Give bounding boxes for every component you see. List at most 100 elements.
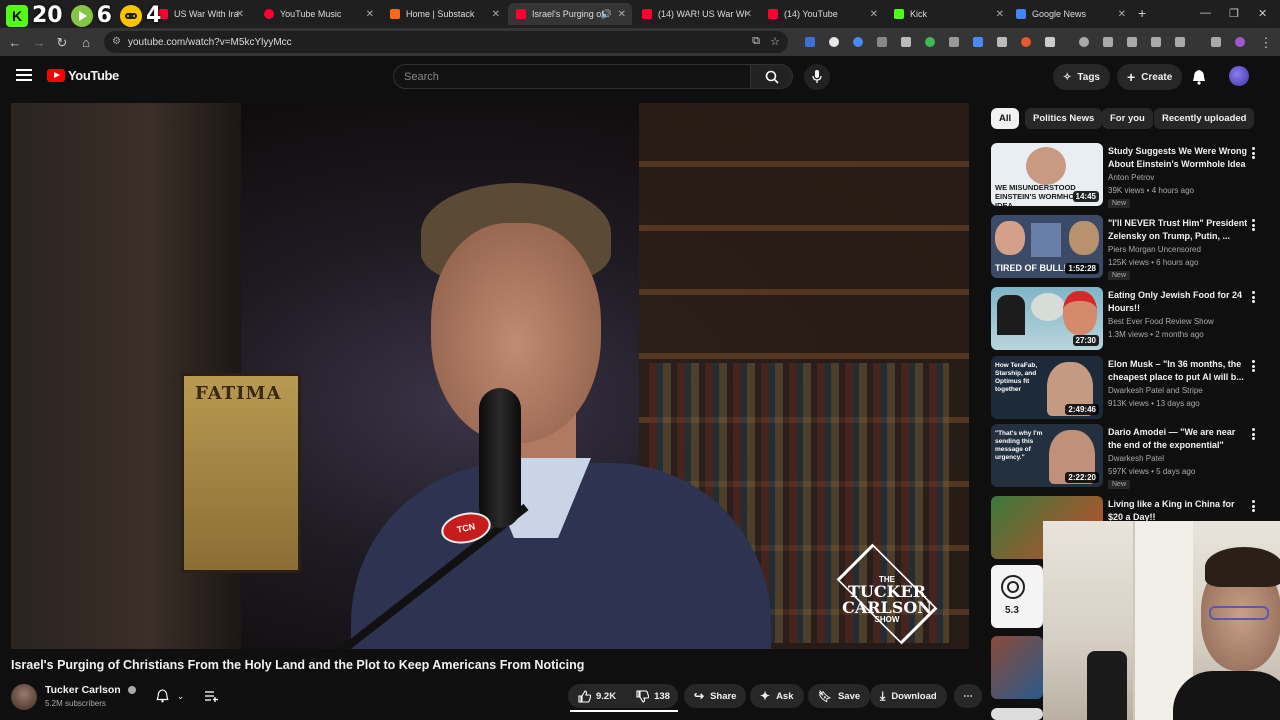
search-input[interactable]: Search [393,64,751,89]
notifications-bell-icon[interactable] [1192,69,1206,85]
home-icon[interactable]: ⌂ [79,35,93,50]
add-to-queue-button[interactable] [200,686,222,706]
minimize-icon[interactable]: — [1200,7,1211,19]
extension-icon[interactable] [973,37,983,47]
close-tab-icon[interactable]: ✕ [996,9,1004,20]
more-vertical-icon[interactable] [1251,147,1255,159]
more-vertical-icon[interactable] [1251,219,1255,231]
search-button[interactable] [751,64,793,89]
toolbar-icon[interactable] [1103,37,1113,47]
install-app-icon[interactable]: ⧉ [752,35,760,48]
recommendation-channel[interactable]: Piers Morgan Uncensored [1108,245,1201,254]
recommendation-item[interactable]: "That's why I'm sending this message of … [991,424,1263,489]
video-player[interactable]: FATIMA TCN THE TUCKER CARLSON SHOW [11,103,969,649]
close-tab-icon[interactable]: ✕ [744,9,752,20]
dislike-button[interactable]: 138 [636,689,670,703]
downloads-icon[interactable] [1211,37,1221,47]
more-vertical-icon[interactable] [1251,428,1255,440]
reload-icon[interactable]: ↻ [55,35,69,51]
extension-icon[interactable] [805,37,815,47]
more-actions-button[interactable]: ⋯ [954,684,982,708]
create-button[interactable]: + Create [1117,64,1183,90]
ask-button[interactable]: ✦ Ask [750,684,804,708]
tab-substack[interactable]: Home | Substack ✕ [382,3,506,25]
close-tab-icon[interactable]: ✕ [1118,9,1126,20]
recommendation-item[interactable]: TIRED OF BULL! 1:52:28 "I'll NEVER Trust… [991,215,1263,280]
reading-list-icon[interactable] [1151,37,1161,47]
close-tab-icon[interactable]: ✕ [366,9,374,20]
youtube-logo[interactable]: YouTube [47,68,119,83]
chip-all[interactable]: All [991,108,1020,129]
url-field[interactable]: ⚙ youtube.com/watch?v=M5kcYlyyMcc ⧉ ☆ [104,31,788,53]
chip-for-you[interactable]: For you [1102,108,1153,129]
bookmark-star-icon[interactable]: ☆ [770,35,780,48]
video-thumbnail[interactable]: "That's why I'm sending this message of … [991,424,1103,487]
more-vertical-icon[interactable] [1251,291,1255,303]
extensions-puzzle-icon[interactable] [1045,37,1055,47]
new-tab-button[interactable]: + [1138,5,1146,21]
video-thumbnail[interactable]: TIRED OF BULL! 1:52:28 [991,215,1103,278]
extension-icon[interactable] [853,37,863,47]
download-button[interactable]: ⤓ Download [870,684,947,708]
recommendation-channel[interactable]: Best Ever Food Review Show [1108,317,1214,326]
recommendation-channel[interactable]: Anton Petrov [1108,173,1154,182]
recommendation-title[interactable]: Study Suggests We Were Wrong About Einst… [1108,145,1248,171]
subscription-bell-button[interactable]: ⌄ [145,684,195,708]
share-button[interactable]: ↪ Share [684,684,747,708]
back-arrow-icon[interactable]: ← [8,35,22,50]
close-tab-icon[interactable]: ✕ [492,9,500,20]
browser-menu-icon[interactable]: ⋮ [1259,35,1273,51]
save-button[interactable]: 🔖︎ Save [808,684,871,708]
recommendation-channel[interactable]: Dwarkesh Patel [1108,454,1164,463]
devtools-icon[interactable] [1127,37,1137,47]
close-tab-icon[interactable]: ✕ [618,9,626,20]
video-thumbnail[interactable]: WE MISUNDERSTOOD EINSTEIN'S WORMHOLE IDE… [991,143,1103,206]
extension-icon[interactable] [901,37,911,47]
chip-politics-news[interactable]: Politics News [1025,108,1103,129]
video-thumbnail[interactable]: How TeraFab, Starship, and Optimus fit t… [991,356,1103,419]
tab-kick[interactable]: Kick ✕ [886,3,1010,25]
recommendation-channel[interactable]: Dwarkesh Patel and Stripe [1108,386,1203,395]
video-thumbnail[interactable] [991,636,1043,699]
history-icon[interactable] [1079,37,1089,47]
speaker-icon[interactable]: 🔊 [601,9,612,20]
extension-icon[interactable] [925,37,935,47]
recommendation-title[interactable]: Eating Only Jewish Food for 24 Hours!! [1108,289,1248,315]
recommendation-title[interactable]: "I'll NEVER Trust Him" President Zelensk… [1108,217,1248,243]
tags-button[interactable]: ✧ Tags [1053,64,1110,90]
sidebar-icon[interactable] [1175,37,1185,47]
tab-youtube-music[interactable]: YouTube Music ✕ [256,3,380,25]
tab-war-us-war[interactable]: (14) WAR! US War Wi ✕ [634,3,758,25]
close-tab-icon[interactable]: ✕ [870,9,878,20]
channel-name[interactable]: Tucker Carlson [45,684,136,696]
extension-icon[interactable] [877,37,887,47]
extension-icon[interactable] [829,37,839,47]
tab-google-news[interactable]: Google News ✕ [1008,3,1132,25]
video-thumbnail[interactable]: 5.3 [991,565,1043,628]
recommendation-item[interactable]: 27:30 Eating Only Jewish Food for 24 Hou… [991,287,1263,351]
close-window-icon[interactable]: ✕ [1258,7,1267,20]
video-thumbnail[interactable] [991,708,1043,720]
forward-arrow-icon[interactable]: → [32,35,46,50]
site-info-icon[interactable]: ⚙ [112,36,121,47]
like-button[interactable]: 9.2K [578,689,616,703]
more-vertical-icon[interactable] [1251,500,1255,512]
extension-icon[interactable] [997,37,1007,47]
restore-icon[interactable]: ❐ [1229,7,1239,20]
profile-avatar-icon[interactable] [1235,37,1245,47]
tab-israels-purging[interactable]: Israel's Purging of 🔊 ✕ [508,3,632,25]
extension-icon[interactable] [1021,37,1031,47]
recommendation-title[interactable]: Dario Amodei — "We are near the end of t… [1108,426,1248,452]
close-tab-icon[interactable]: ✕ [236,9,244,20]
menu-hamburger-icon[interactable] [16,69,32,81]
recommendation-item[interactable]: WE MISUNDERSTOOD EINSTEIN'S WORMHOLE IDE… [991,143,1263,208]
voice-search-button[interactable] [804,64,830,90]
recommendation-title[interactable]: Elon Musk – "In 36 months, the cheapest … [1108,358,1248,384]
chip-recently-uploaded[interactable]: Recently uploaded [1154,108,1255,129]
channel-avatar[interactable] [11,684,37,710]
video-thumbnail[interactable]: 27:30 [991,287,1103,350]
more-vertical-icon[interactable] [1251,360,1255,372]
tab-youtube[interactable]: (14) YouTube ✕ [760,3,884,25]
recommendation-item[interactable]: How TeraFab, Starship, and Optimus fit t… [991,356,1263,420]
extension-icon[interactable] [949,37,959,47]
